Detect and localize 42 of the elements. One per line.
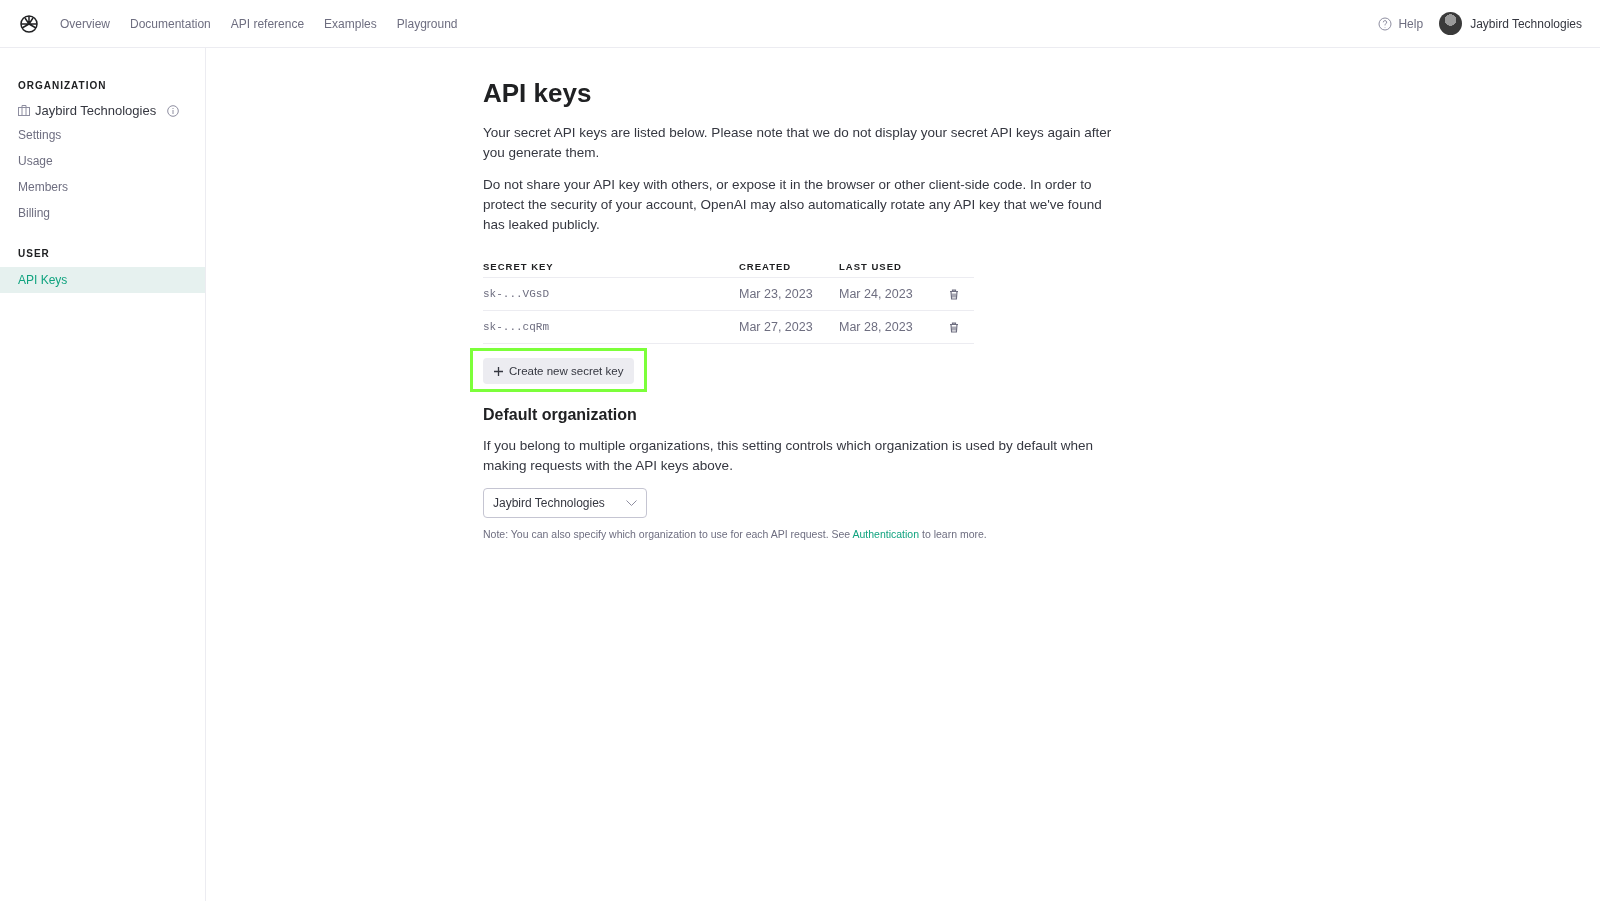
organization-select[interactable]: Jaybird Technologies [483,488,647,518]
help-icon [1378,16,1393,31]
plus-icon [494,366,503,376]
chevron-down-icon [626,500,637,506]
last-used-date: Mar 28, 2023 [839,320,914,334]
description-text: If you belong to multiple organizations, this setting controls which organization is used by default when making requests with the API keys above. [483,437,1095,475]
nav-link[interactable]: Playground [396,16,458,31]
help-link[interactable]: Help [1378,16,1424,31]
trash-icon[interactable] [949,288,959,300]
sidebar-item[interactable]: Members [0,174,205,200]
column-header: LAST USED [839,260,903,272]
authentication-link[interactable]: Authentication [852,528,920,540]
info-icon[interactable] [167,104,180,117]
trash-icon[interactable] [949,321,959,333]
nav-link[interactable]: API reference [230,16,305,31]
organization-name: Jaybird Technologies [35,103,157,118]
description-text: Your secret API keys are listed below. Please note that we do not display your secret API keys again after you generate them. [483,124,1113,162]
column-header: SECRET KEY [483,260,555,272]
sidebar-item[interactable]: Billing [0,200,205,226]
created-date: Mar 23, 2023 [739,287,814,301]
nav-link[interactable]: Documentation [130,16,211,31]
secret-key: sk-...cqRm [483,321,739,333]
column-header: CREATED [739,260,793,272]
account-menu[interactable]: Jaybird Technologies [1439,12,1582,35]
create-key-button[interactable]: Create new secret key [483,358,635,384]
created-date: Mar 27, 2023 [739,320,814,334]
logo-icon[interactable] [18,12,40,35]
page-title: API keys [483,78,593,109]
section-title: Default organization [483,406,638,424]
sidebar-heading: USER [17,248,51,259]
sidebar-item[interactable]: API Keys [0,267,205,293]
last-used-date: Mar 24, 2023 [839,287,914,301]
nav-link[interactable]: Overview [60,16,110,31]
nav-link[interactable]: Examples [324,16,377,31]
briefcase-icon [18,105,30,116]
sidebar-item[interactable]: Usage [0,148,205,174]
note-text: Note: You can also specify which organization to use for each API request. See Authentication to learn more. [483,528,988,540]
sidebar-heading: ORGANIZATION [17,80,108,91]
avatar [1439,12,1463,35]
sidebar-item[interactable]: Settings [0,122,205,148]
secret-key: sk-...VGsD [483,288,739,300]
description-text: Do not share your API key with others, or expose it in the browser or other client-side code. In order to protect the security of your account, OpenAI may also automatically rotate any API key that we've found has leaked publicly. [483,176,1103,234]
